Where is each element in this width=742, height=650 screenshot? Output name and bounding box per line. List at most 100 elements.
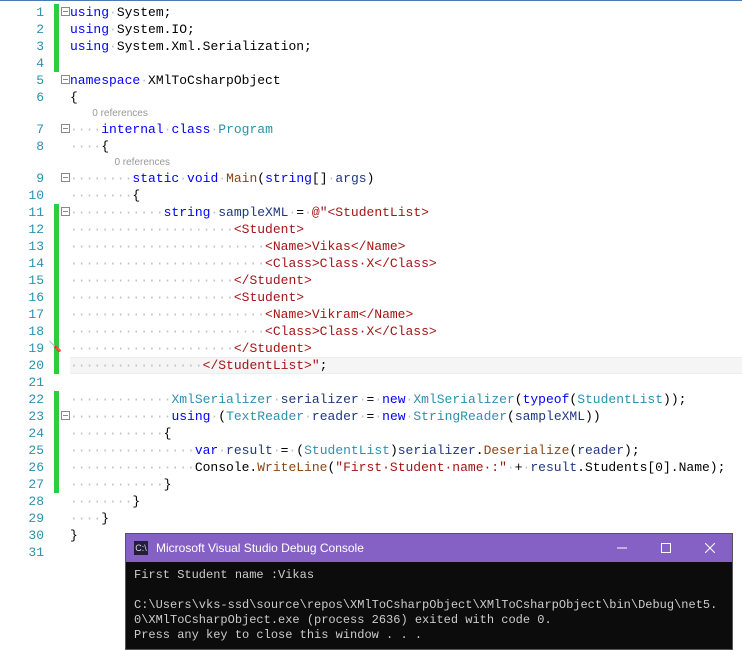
console-titlebar[interactable]: C:\ Microsoft Visual Studio Debug Consol… <box>126 534 732 562</box>
margin-cell[interactable] <box>54 138 70 155</box>
code-line[interactable]: ····} <box>70 510 742 527</box>
code-area[interactable]: using·System;using·System.IO;using·Syste… <box>70 1 742 561</box>
margin-cell[interactable] <box>54 187 70 204</box>
code-line[interactable]: ················Console.WriteLine("First… <box>70 459 742 476</box>
code-line[interactable]: ············{ <box>70 425 742 442</box>
line-number: 21 <box>0 374 44 391</box>
code-line[interactable]: ········static·void·Main(string[]·args) <box>70 170 742 187</box>
code-line[interactable]: ·························<Class>Class·X<… <box>70 323 742 340</box>
margin-cell[interactable] <box>54 38 70 55</box>
margin-cell[interactable] <box>54 170 70 187</box>
margin-cell[interactable] <box>54 306 70 323</box>
line-number: 25 <box>0 442 44 459</box>
code-line[interactable]: ········} <box>70 493 742 510</box>
line-number: 23 <box>0 408 44 425</box>
code-line[interactable]: ·············XmlSerializer·serializer·=·… <box>70 391 742 408</box>
line-number: 10 <box>0 187 44 204</box>
line-number: 18 <box>0 323 44 340</box>
code-line[interactable] <box>70 374 742 391</box>
code-line[interactable] <box>70 55 742 72</box>
code-line[interactable]: ·····················<Student> <box>70 289 742 306</box>
margin-cell[interactable] <box>54 121 70 138</box>
margin-cell[interactable] <box>54 510 70 527</box>
margin-cell[interactable] <box>54 289 70 306</box>
margin-cell[interactable] <box>54 4 70 21</box>
line-number: 1 <box>0 4 44 21</box>
line-number: 13 <box>0 238 44 255</box>
margin-cell[interactable] <box>54 323 70 340</box>
code-line[interactable]: ·························<Name>Vikas</Na… <box>70 238 742 255</box>
outline-margin[interactable] <box>54 1 70 561</box>
code-line[interactable]: { <box>70 89 742 106</box>
margin-cell[interactable] <box>54 442 70 459</box>
margin-cell[interactable] <box>54 408 70 425</box>
margin-cell[interactable] <box>54 493 70 510</box>
line-number: 28 <box>0 493 44 510</box>
code-line[interactable]: ········{ <box>70 187 742 204</box>
code-line[interactable]: using·System.IO; <box>70 21 742 38</box>
margin-cell[interactable] <box>54 255 70 272</box>
margin-cell[interactable] <box>54 55 70 72</box>
code-line[interactable]: ············string·sampleXML·=·@"<Studen… <box>70 204 742 221</box>
margin-cell[interactable] <box>54 272 70 289</box>
minimize-button[interactable] <box>600 534 644 562</box>
code-line[interactable]: ············} <box>70 476 742 493</box>
line-number: 7 <box>0 121 44 138</box>
code-line[interactable]: using·System.Xml.Serialization; <box>70 38 742 55</box>
line-number: 19 <box>0 340 44 357</box>
line-number: 22 <box>0 391 44 408</box>
console-output: First Student name :Vikas C:\Users\vks-s… <box>126 562 732 649</box>
margin-cell[interactable] <box>54 204 70 221</box>
margin-cell[interactable] <box>54 238 70 255</box>
margin-cell[interactable] <box>54 425 70 442</box>
collapse-toggle-icon[interactable] <box>61 124 70 133</box>
line-number: 30 <box>0 527 44 544</box>
margin-cell[interactable] <box>54 544 70 561</box>
collapse-toggle-icon[interactable] <box>61 207 70 216</box>
margin-cell[interactable] <box>54 459 70 476</box>
code-line[interactable]: ·························<Name>Vikram</N… <box>70 306 742 323</box>
margin-cell[interactable] <box>54 391 70 408</box>
margin-cell[interactable] <box>54 527 70 544</box>
maximize-button[interactable] <box>644 534 688 562</box>
line-number: 17 <box>0 306 44 323</box>
line-number: 16 <box>0 289 44 306</box>
margin-cell[interactable] <box>54 21 70 38</box>
line-number: 27 <box>0 476 44 493</box>
code-line[interactable]: ····internal·class·Program <box>70 121 742 138</box>
collapse-toggle-icon[interactable] <box>61 411 70 420</box>
margin-cell[interactable] <box>54 221 70 238</box>
margin-cell[interactable] <box>54 374 70 391</box>
code-line[interactable]: ·····················</Student> <box>70 340 742 357</box>
line-number: 2 <box>0 21 44 38</box>
line-number: 6 <box>0 89 44 106</box>
code-line[interactable]: ·························<Class>Class·X<… <box>70 255 742 272</box>
code-line[interactable]: ················var·result·=·(StudentLis… <box>70 442 742 459</box>
code-line[interactable]: namespace·XMlToCsharpObject <box>70 72 742 89</box>
code-editor[interactable]: 1234567891011121314151617181920212223242… <box>0 0 742 561</box>
margin-cell[interactable] <box>54 357 70 374</box>
console-app-icon: C:\ <box>134 541 148 555</box>
code-line[interactable]: using·System; <box>70 4 742 21</box>
margin-cell[interactable] <box>54 89 70 106</box>
code-line[interactable]: ·····················<Student> <box>70 221 742 238</box>
line-number: 4 <box>0 55 44 72</box>
collapse-toggle-icon[interactable] <box>61 75 70 84</box>
line-number: 24 <box>0 425 44 442</box>
line-number: 31 <box>0 544 44 561</box>
code-line[interactable]: ·············using·(TextReader·reader·=·… <box>70 408 742 425</box>
close-button[interactable] <box>688 534 732 562</box>
code-line[interactable]: ·····················</Student> <box>70 272 742 289</box>
console-title: Microsoft Visual Studio Debug Console <box>156 541 364 555</box>
line-number: 11 <box>0 204 44 221</box>
line-number: 15 <box>0 272 44 289</box>
quick-actions-icon[interactable]: 🪛 <box>48 340 62 354</box>
collapse-toggle-icon[interactable] <box>61 7 70 16</box>
code-line[interactable]: ·················</StudentList>"; <box>70 357 742 374</box>
margin-cell[interactable] <box>54 72 70 89</box>
codelens-label[interactable]: 0 references <box>70 155 742 170</box>
collapse-toggle-icon[interactable] <box>61 173 70 182</box>
margin-cell[interactable] <box>54 476 70 493</box>
code-line[interactable]: ····{ <box>70 138 742 155</box>
codelens-label[interactable]: 0 references <box>70 106 742 121</box>
